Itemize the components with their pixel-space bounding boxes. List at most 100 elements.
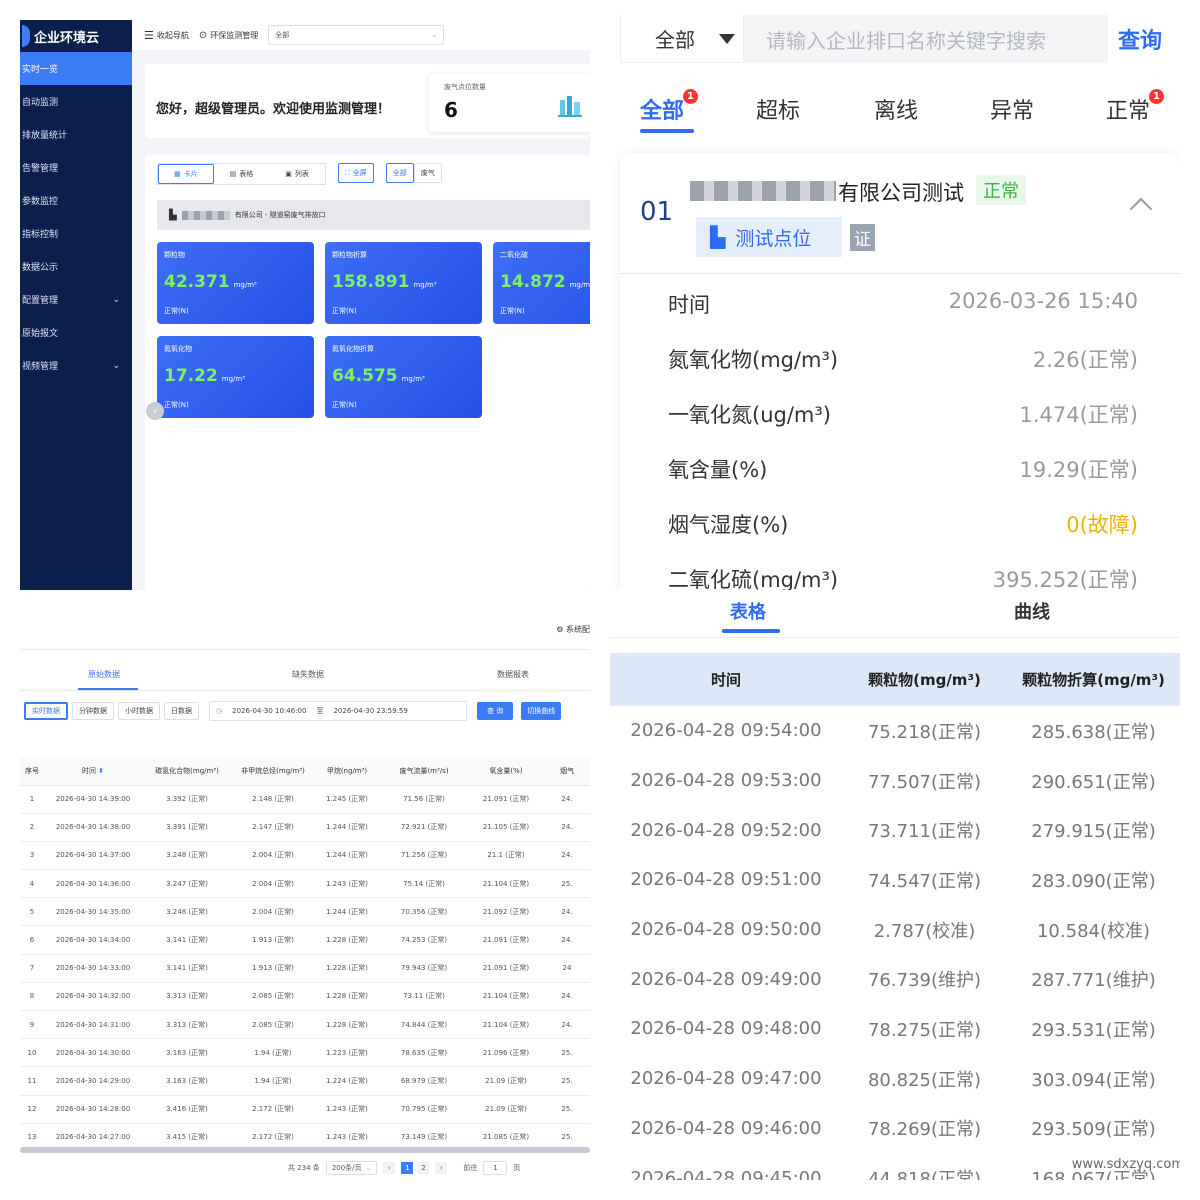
reading-label: 氧含量(%) — [668, 458, 768, 482]
data-tab[interactable]: 原始数据 — [88, 669, 120, 680]
table-cell: 1.228 (正常) — [314, 982, 380, 1012]
table-cell: 2026-04-28 09:53:00 — [630, 770, 822, 792]
app-name: 企业环境云 — [34, 30, 100, 46]
table-row: 2026-04-28 09:52:00 73.711(正常) 279.915(正常) — [610, 805, 1180, 855]
metric-unit: mg/m³ — [569, 281, 590, 289]
table-cell: 1.228 (正常) — [314, 925, 380, 955]
table-cell: 2026-04-30 14:38:00 — [44, 813, 142, 842]
metric-card[interactable]: 颗粒物折算 158.891 mg/m³ 正常(N) — [325, 242, 482, 324]
goto-label: 前往 — [463, 1164, 478, 1172]
data-tab[interactable]: 缺失数据 — [292, 669, 324, 680]
type-filter-button[interactable]: 全部 — [385, 163, 414, 183]
menu-icon: ☰ — [144, 28, 154, 42]
table-cell: 21.105 (正常) — [468, 813, 544, 842]
logo-icon — [22, 25, 30, 47]
table-cell: 2026-04-30 14:33:00 — [44, 954, 142, 983]
table-cell: 3.141 (正常) — [142, 954, 232, 983]
chevron-up-icon[interactable] — [1129, 197, 1153, 221]
sidebar-item[interactable]: 排放量统计 — [20, 118, 132, 151]
sidebar: 企业环境云 实时一览 自动监测 排放量统计告警管理参数监控指标控制 数据公示 配置管理 ⌄… — [20, 20, 132, 590]
table-header: 序号 时间 ⬍ 碳氢化合物(mg/m³) 非甲烷总烃(mg/m³) 甲烷(ng/m³) 废… — [20, 757, 590, 786]
table-cell: 2.004 (正常) — [232, 869, 314, 899]
company-select[interactable]: 全部 ⌄ — [268, 25, 445, 45]
sidebar-item[interactable]: 实时一览 — [20, 52, 132, 85]
metric-card[interactable]: 氮氧化物折算 64.575 mg/m³ 正常(N) — [325, 336, 482, 418]
page-button[interactable]: 1 — [401, 1162, 414, 1174]
chevron-down-icon: ⌄ — [112, 294, 120, 305]
status-tab[interactable]: 离线 — [874, 93, 918, 125]
table-cell: 71.56 (正常) — [380, 785, 468, 814]
reading-label: 烟气湿度(%) — [668, 513, 789, 537]
sidebar-item[interactable]: 告警管理 — [20, 151, 132, 184]
data-type-button[interactable]: 日数据 — [164, 702, 199, 720]
next-page-button[interactable]: › — [435, 1162, 448, 1174]
sidebar-item[interactable]: 指标控制 — [20, 217, 132, 250]
table-cell: 5 — [20, 897, 44, 927]
sidebar-item-label: 参数监控 — [22, 197, 59, 207]
query-button[interactable]: 查询 — [1108, 23, 1172, 55]
sidebar-item-label: 告警管理 — [22, 164, 59, 174]
status-tab-label: 正常 — [1106, 99, 1151, 124]
sidebar-item[interactable]: 参数监控 — [20, 184, 132, 217]
env-mgmt-link[interactable]: ⊙ 环保监测管理 — [199, 30, 258, 41]
table-cell: 1.94 (正常) — [232, 1066, 314, 1096]
table-row: 12 2026-04-30 14:28:00 3.416 (正常) 2.172 (正常… — [20, 1095, 590, 1124]
status-tab[interactable]: 超标 — [756, 93, 800, 125]
table-cell: 77.507(正常) — [867, 771, 982, 793]
sidebar-item[interactable]: 配置管理 ⌄ — [20, 283, 132, 316]
view-toggle-button[interactable]: ▦ 卡片 — [158, 164, 214, 184]
column-header: 颗粒物(mg/m³) — [868, 671, 981, 689]
system-config-link[interactable]: ⚙ 系统配 — [556, 624, 590, 635]
horizontal-scrollbar[interactable] — [20, 1147, 590, 1153]
table-cell: 75.14 (正常) — [380, 869, 468, 899]
page-button[interactable]: 2 — [417, 1162, 430, 1174]
view-toggle-button[interactable]: ▣ 列表 — [269, 164, 325, 184]
site-card[interactable]: 01 有限公司测试 正常 ▙ 测试点位 证 时间 2026-03-26 15:40… — [620, 153, 1180, 590]
search-input[interactable]: 请输入企业排口名称关键字搜索 — [744, 15, 1108, 63]
page-size-select[interactable]: 200条/页 ⌄ — [325, 1161, 378, 1175]
sort-icon[interactable]: ⬍ — [96, 767, 104, 775]
data-type-button[interactable]: 分钟数据 — [72, 702, 114, 720]
table-cell: 2.004 (正常) — [232, 841, 314, 871]
column-header: 时间 — [710, 671, 741, 689]
building-icon: ▙ — [710, 225, 726, 249]
status-tab[interactable]: 异常 — [990, 93, 1034, 125]
sidebar-item[interactable]: 原始报文 — [20, 316, 132, 349]
goto-page-input[interactable]: 1 — [483, 1161, 508, 1175]
metric-card[interactable]: 颗粒物 42.371 mg/m³ 正常(N) — [157, 242, 314, 324]
date-range-picker[interactable]: ◷ 2026-04-30 10:46:00 至 2026-04-30 23:59… — [209, 701, 467, 721]
cert-badge[interactable]: 证 — [850, 224, 875, 251]
status-tab[interactable]: 正常 1 — [1106, 89, 1165, 125]
fullscreen-label: 全屏 — [352, 169, 367, 177]
metric-card[interactable]: 氮氧化物 17.22 mg/m³ 正常(N) — [157, 336, 314, 418]
table-cell: 2.147 (正常) — [232, 813, 314, 842]
view-toggle-button[interactable]: ▤ 表格 — [213, 164, 270, 184]
monitor-point-tag[interactable]: ▙ 测试点位 — [696, 217, 842, 257]
table-cell: 3.163 (正常) — [142, 1038, 232, 1068]
data-type-button[interactable]: 实时数据 — [24, 702, 68, 720]
chevron-down-icon: ⌄ — [112, 360, 120, 371]
column-header[interactable]: 时间 ⬍ — [44, 757, 142, 786]
metric-card[interactable]: 二氧化硫 14.872mg/m³ 正常(N) — [493, 242, 590, 324]
collapse-nav-button[interactable]: ☰ 收起导航 — [144, 29, 189, 42]
sidebar-item[interactable]: 数据公示 — [20, 250, 132, 283]
data-type-button[interactable]: 小时数据 — [118, 702, 160, 720]
point-count-value: 6 — [444, 98, 458, 122]
table-row: 4 2026-04-30 14:36:00 3.247 (正常) 2.004 (正常)… — [20, 869, 590, 899]
view-tab[interactable]: 表格 — [730, 600, 766, 624]
scroll-left-button[interactable]: ‹ — [146, 402, 164, 420]
view-tab[interactable]: 曲线 — [1014, 600, 1050, 624]
data-tab[interactable]: 数据报表 — [497, 669, 529, 680]
prev-page-button[interactable]: ‹ — [383, 1162, 396, 1174]
category-select[interactable]: 全部 — [620, 15, 744, 63]
type-filter-button[interactable]: 废气 — [413, 163, 442, 183]
status-tab[interactable]: 全部 1 — [640, 89, 699, 125]
fullscreen-button[interactable]: ⛶ 全屏 — [337, 163, 374, 183]
table-row: 7 2026-04-30 14:33:00 3.141 (正常) 1.913 (正常)… — [20, 954, 590, 983]
switch-curve-button[interactable]: 切换曲线 — [521, 702, 562, 720]
reading-row: 一氧化氮(ug/m³) 1.474(正常) — [668, 399, 1138, 429]
sidebar-item[interactable]: 视频管理 ⌄ — [20, 349, 132, 382]
sidebar-item[interactable]: 自动监测 — [20, 85, 132, 118]
reading-label: 一氧化氮(ug/m³) — [668, 403, 831, 427]
search-button[interactable]: 查 询 — [477, 702, 514, 720]
